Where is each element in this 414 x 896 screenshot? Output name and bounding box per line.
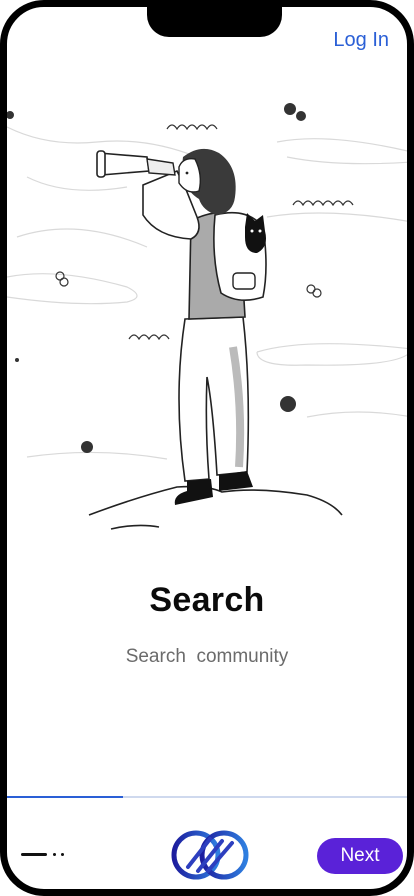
page-dot-active xyxy=(21,853,47,856)
shoe-left xyxy=(174,479,213,505)
page-indicator[interactable] xyxy=(17,847,77,863)
progress-track xyxy=(7,796,407,798)
onboarding-subtitle: Search community xyxy=(125,646,289,667)
interlocked-loops-logo-icon xyxy=(171,830,249,880)
figure-face xyxy=(178,157,202,193)
ring-dots xyxy=(55,271,322,298)
page-dot xyxy=(61,853,64,856)
device-notch xyxy=(147,7,282,37)
phone-frame: Log In Search Search community Next xyxy=(0,0,414,896)
login-link[interactable]: Log In xyxy=(333,29,389,52)
progress-fill xyxy=(7,796,123,798)
next-button[interactable]: Next xyxy=(317,838,403,874)
telescope xyxy=(98,152,150,176)
onboarding-title: Search xyxy=(149,581,265,619)
page-dot xyxy=(53,853,56,856)
explorer-illustration xyxy=(7,103,407,530)
ground-line xyxy=(88,485,343,516)
